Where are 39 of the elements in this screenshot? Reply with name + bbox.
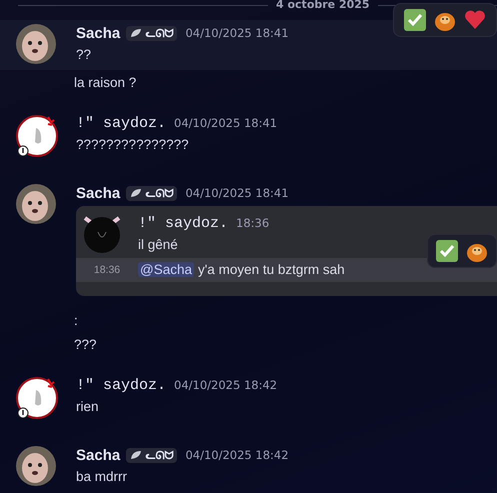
message-text: @Sacha y'a moyen tu bztgrm sah: [138, 261, 345, 279]
timestamp: 04/10/2025 18:41: [185, 26, 289, 40]
message-text: ???????????????: [76, 136, 190, 154]
avatar-photo: [16, 24, 56, 64]
timestamp: 18:36: [236, 216, 270, 230]
tag-text: ᓚᘏᗢ: [145, 26, 174, 40]
message-text: rien: [76, 398, 100, 416]
date-divider-text: 4 octobre 2025: [275, 0, 371, 10]
mention-link[interactable]: @Sacha: [138, 262, 194, 277]
author-name: !" saydoz.: [76, 114, 166, 132]
avatar-photo: [16, 114, 60, 158]
avatar-photo: [16, 184, 56, 224]
check-mark-icon[interactable]: [404, 9, 426, 31]
message-text: :: [73, 312, 79, 330]
feather-icon: [130, 450, 142, 460]
tag-text: ᓚᘏᗢ: [145, 448, 174, 462]
avatar-photo: [82, 214, 122, 254]
message-text: ba mdrrr: [76, 468, 128, 486]
message-text: ??: [76, 46, 92, 64]
message-text: il gêné: [138, 236, 178, 254]
author-name: Sacha: [76, 184, 120, 202]
avatar-photo: [16, 376, 60, 420]
timestamp: 04/10/2025 18:42: [174, 378, 278, 392]
timestamp: 18:36: [94, 264, 120, 276]
message-text: ???: [73, 336, 98, 354]
tag-text: ᓚᘏᗢ: [145, 186, 174, 200]
author-name: !" saydoz.: [138, 214, 228, 232]
timestamp: 04/10/2025 18:41: [174, 116, 278, 130]
author-name: !" saydoz.: [76, 376, 166, 394]
heart-icon[interactable]: [464, 9, 486, 31]
message-text: la raison ?: [73, 74, 138, 92]
avatar-photo: [16, 446, 56, 486]
feather-icon: [130, 28, 142, 38]
timestamp: 04/10/2025 18:42: [185, 448, 289, 462]
timestamp: 04/10/2025 18:41: [185, 186, 289, 200]
feather-icon: [130, 188, 142, 198]
check-mark-icon[interactable]: [436, 240, 458, 262]
author-name: Sacha: [76, 446, 120, 464]
author-name: Sacha: [76, 24, 120, 42]
